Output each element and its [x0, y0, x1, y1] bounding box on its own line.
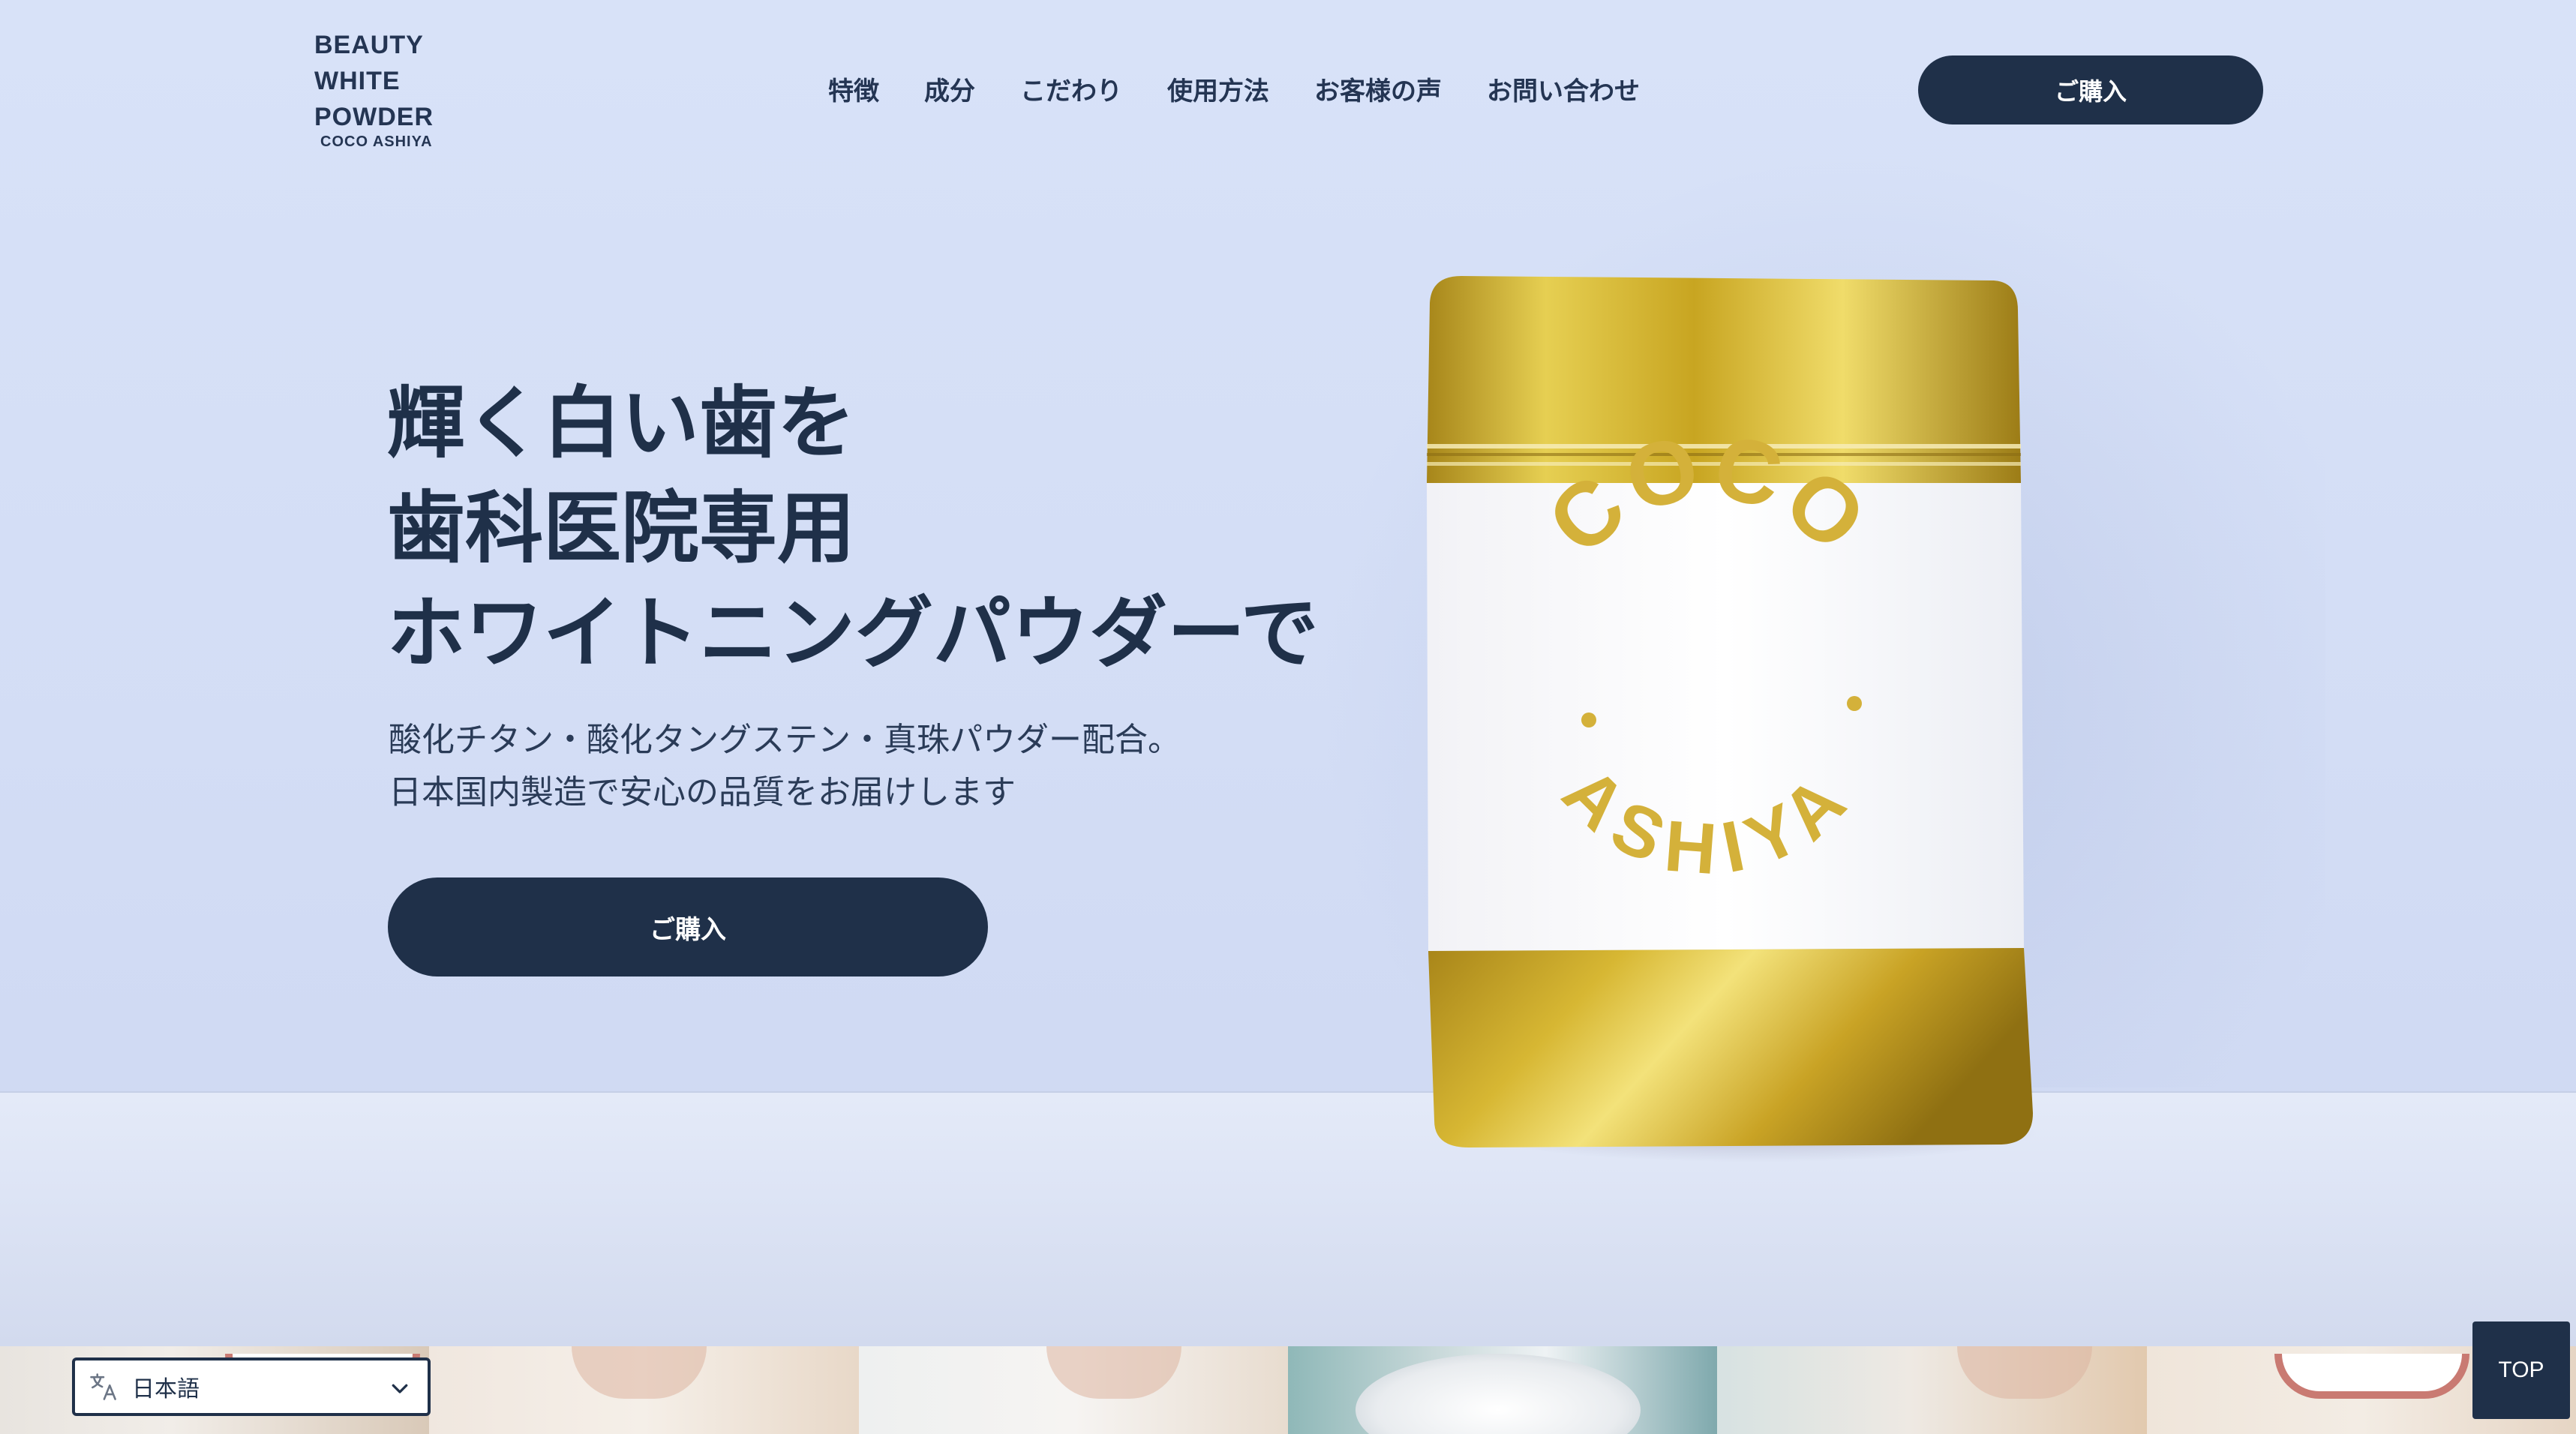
logo-line-1: BEAUTY: [314, 31, 424, 59]
subcopy-line-2: 日本国内製造で安心の品質をお届けします: [389, 773, 1016, 812]
language-select-value: 日本語: [132, 1376, 200, 1402]
brand-logo[interactable]: BEAUTY WHITE POWDER COCO ASHIYA: [314, 27, 434, 151]
back-to-top-button[interactable]: TOP: [2472, 1322, 2570, 1419]
language-select[interactable]: 日本語: [72, 1358, 431, 1416]
nav-item-reviews[interactable]: お客様の声: [1314, 72, 1442, 111]
gallery-image-face-2: [858, 1346, 1288, 1434]
nav-item-features[interactable]: 特徴: [828, 72, 879, 111]
gallery-image-woman-mirror: [1717, 1346, 2147, 1434]
header-buy-button[interactable]: ご購入: [1918, 56, 2263, 124]
translate-icon: [90, 1373, 116, 1400]
product-pouch-image: COCO ASHIYA: [1427, 276, 2033, 1148]
headline-line-3: ホワイトニングパウダーで: [387, 587, 1319, 679]
countertop: [0, 1091, 2576, 1346]
headline-line-2: 歯科医院専用: [387, 482, 856, 574]
chin-shape: [1046, 1346, 1181, 1399]
hero-subcopy: 酸化チタン・酸化タングステン・真珠パウダー配合。 日本国内製造で安心の品質をお届…: [389, 714, 1181, 819]
subcopy-line-1: 酸化チタン・酸化タングステン・真珠パウダー配合。: [389, 721, 1181, 759]
nav-item-contact[interactable]: お問い合わせ: [1487, 72, 1640, 111]
main-nav: 特徴 成分 こだわり 使用方法 お客様の声 お問い合わせ: [828, 72, 1640, 111]
bowl-shape: [1355, 1354, 1641, 1434]
gallery-image-face-1: [429, 1346, 859, 1434]
logo-line-3: POWDER: [314, 103, 434, 131]
hero-headline: 輝く白い歯を 歯科医院専用 ホワイトニングパウダーで: [387, 370, 1319, 686]
smile-shape: [2274, 1354, 2469, 1399]
nav-item-usage[interactable]: 使用方法: [1167, 72, 1269, 111]
chin-shape: [572, 1346, 707, 1399]
face-shape: [1957, 1346, 2093, 1399]
hero-buy-button[interactable]: ご購入: [388, 878, 988, 976]
nav-item-commitment[interactable]: こだわり: [1020, 72, 1122, 111]
headline-line-1: 輝く白い歯を: [387, 377, 856, 469]
logo-line-2: WHITE: [314, 67, 401, 95]
logo-subtitle: COCO ASHIYA: [320, 134, 433, 150]
chevron-down-icon: [392, 1384, 408, 1394]
nav-item-ingredients[interactable]: 成分: [924, 72, 975, 111]
gallery-image-powder-bowl: [1287, 1346, 1718, 1434]
